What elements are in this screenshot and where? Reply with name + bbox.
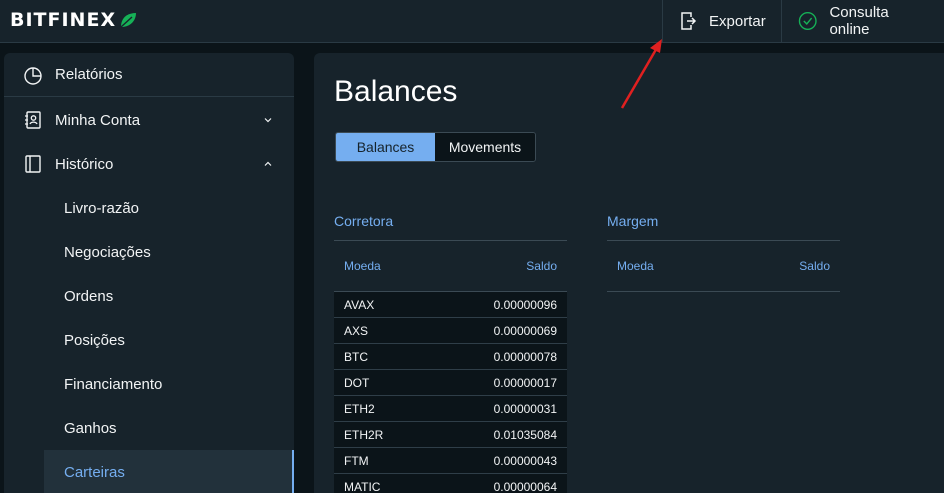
chevron-down-icon[interactable] (263, 115, 273, 125)
section-title: Margem (607, 212, 840, 241)
currency-cell: FTM (344, 453, 369, 468)
chevron-up-icon[interactable] (263, 159, 273, 169)
table-row: AVAX 0.00000096 (334, 292, 567, 318)
sidebar-subitem-funding[interactable]: Financiamento (44, 362, 294, 406)
export-label: Exportar (709, 12, 766, 30)
table-row: ETH2R 0.01035084 (334, 422, 567, 448)
table-row: MATIC 0.00000064 (334, 474, 567, 493)
pie-chart-icon (24, 66, 42, 85)
top-bar: BITFINEX Exportar Consulta online (0, 0, 944, 43)
page-title: Balances (334, 75, 458, 108)
exchange-section: Corretora Moeda Saldo AVAX 0.00000096 AXS 0… (334, 212, 567, 493)
column-header-currency[interactable]: Moeda (344, 259, 381, 273)
sidebar-subitem-ledger[interactable]: Livro-razão (44, 186, 294, 230)
top-actions: Exportar Consulta online (662, 0, 944, 42)
sidebar-subitem-wallets[interactable]: Carteiras (44, 450, 294, 493)
table-row: FTM 0.00000043 (334, 448, 567, 474)
column-header-balance[interactable]: Saldo (526, 259, 557, 273)
leaf-icon (120, 13, 137, 28)
sidebar-subitem-trades[interactable]: Negociações (44, 230, 294, 274)
logo-text: BITFINEX (10, 9, 117, 31)
balance-cell: 0.00000078 (493, 349, 557, 364)
currency-cell: AVAX (344, 297, 375, 312)
currency-cell: BTC (344, 349, 368, 364)
balance-cell: 0.00000031 (493, 401, 557, 416)
balance-cell: 0.01035084 (493, 427, 557, 442)
margin-section: Margem Moeda Saldo (607, 212, 840, 292)
export-icon (681, 12, 697, 30)
table-header: Moeda Saldo (334, 241, 567, 292)
column-header-currency[interactable]: Moeda (617, 259, 654, 273)
exchange-table-body: AVAX 0.00000096 AXS 0.00000069 BTC 0.00000078… (334, 292, 567, 493)
balance-cell: 0.00000017 (493, 375, 557, 390)
balance-cell: 0.00000064 (493, 479, 557, 493)
account-icon (25, 111, 41, 129)
currency-cell: ETH2R (344, 427, 384, 442)
currency-cell: ETH2 (344, 401, 375, 416)
tab-balances[interactable]: Balances (336, 133, 435, 161)
online-label: Consulta online (829, 4, 889, 38)
sidebar-subitem-positions[interactable]: Posições (44, 318, 294, 362)
bitfinex-logo[interactable]: BITFINEX (10, 9, 138, 31)
table-row: AXS 0.00000069 (334, 318, 567, 344)
online-query-button[interactable]: Consulta online (781, 0, 944, 42)
sidebar-subitem-earnings[interactable]: Ganhos (44, 406, 294, 450)
currency-cell: AXS (344, 323, 369, 338)
main-panel: Balances Balances Movements Corretora Mo… (314, 53, 944, 493)
export-button[interactable]: Exportar (662, 0, 781, 42)
balance-cell: 0.00000096 (493, 297, 557, 312)
currency-cell: MATIC (344, 479, 381, 493)
sidebar-item-reports[interactable]: Relatórios (4, 53, 294, 97)
table-row: BTC 0.00000078 (334, 344, 567, 370)
sidebar-item-history[interactable]: Histórico (4, 142, 294, 186)
currency-cell: DOT (344, 375, 370, 390)
sidebar-item-account[interactable]: Minha Conta (4, 98, 294, 142)
sidebar-item-label: Relatórios (55, 66, 123, 83)
table-header: Moeda Saldo (607, 241, 840, 292)
sidebar-item-label: Minha Conta (55, 111, 141, 129)
section-title: Corretora (334, 212, 567, 241)
check-circle-icon (798, 12, 817, 30)
sidebar-subitem-orders[interactable]: Ordens (44, 274, 294, 318)
table-row: DOT 0.00000017 (334, 370, 567, 396)
sidebar-item-label: Histórico (55, 155, 114, 173)
column-header-balance[interactable]: Saldo (799, 259, 830, 273)
sidebar: Relatórios Minha Conta Histórico Livro-r… (4, 53, 294, 493)
balance-cell: 0.00000043 (493, 453, 557, 468)
history-icon (25, 155, 41, 173)
view-tabs: Balances Movements (335, 132, 536, 162)
table-row: ETH2 0.00000031 (334, 396, 567, 422)
balance-cell: 0.00000069 (493, 323, 557, 338)
tab-movements[interactable]: Movements (435, 133, 535, 161)
